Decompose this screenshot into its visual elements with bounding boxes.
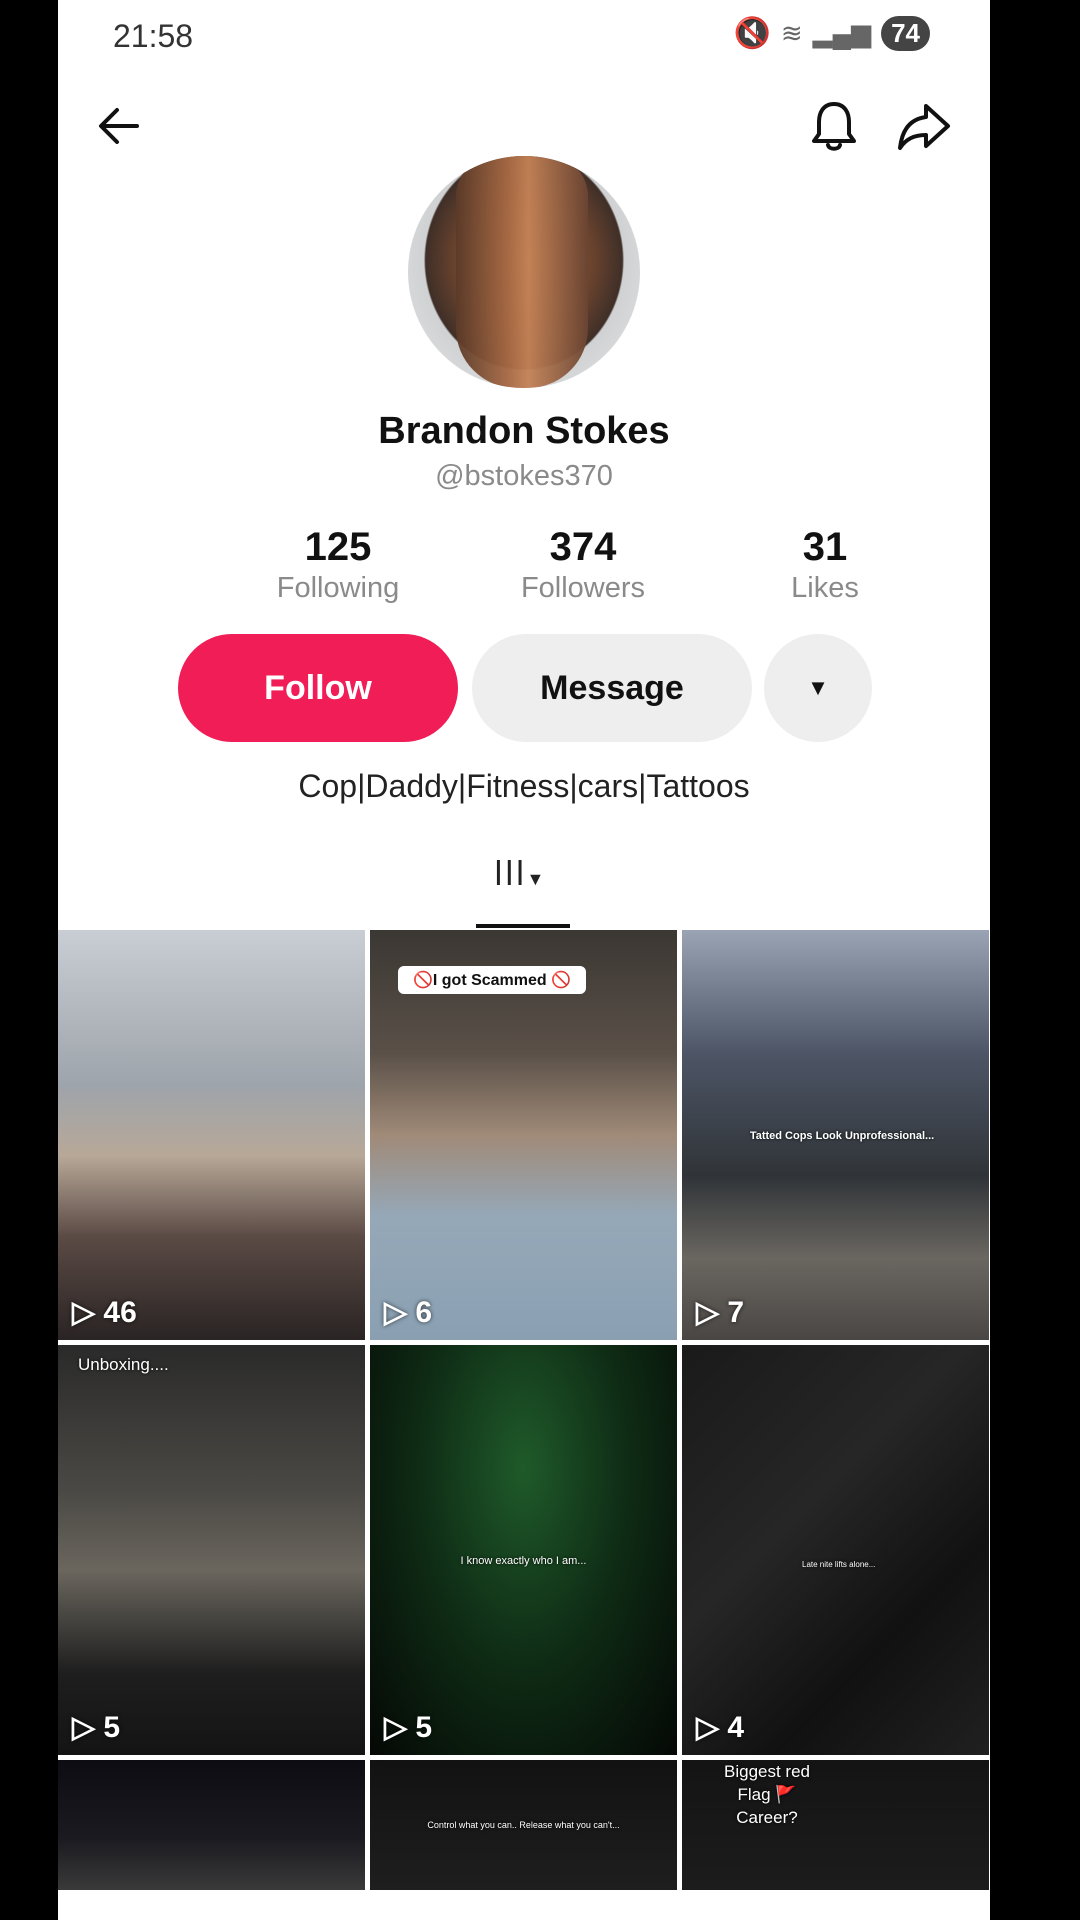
view-count: ▷ 4 [696, 1710, 744, 1745]
video-tile[interactable]: Late nite lifts alone... ▷ 4 [682, 1345, 989, 1755]
video-caption: Biggest red Flag 🚩 Career? [724, 1762, 810, 1827]
play-icon: ▷ [384, 1711, 416, 1744]
video-tile[interactable]: 🚫I got Scammed 🚫 ▷ 6 [370, 930, 677, 1340]
mute-icon: 🔇 [733, 17, 771, 50]
back-arrow-icon[interactable] [93, 100, 145, 152]
more-options-button[interactable]: ▼ [764, 634, 872, 742]
video-tile[interactable]: Biggest red Flag 🚩 Career? [682, 1760, 989, 1890]
play-icon: ▷ [72, 1711, 104, 1744]
play-icon: ▷ [384, 1296, 416, 1329]
play-icon: ▷ [72, 1296, 104, 1329]
video-tile[interactable]: I know exactly who I am... ▷ 5 [370, 1345, 677, 1755]
top-bar [58, 90, 990, 160]
battery-icon: 74 [881, 16, 930, 51]
view-count: ▷ 5 [72, 1710, 120, 1745]
video-caption: Unboxing.... [78, 1355, 169, 1374]
tab-indicator [476, 924, 570, 928]
profile-bio: Cop|Daddy|Fitness|cars|Tattoos [298, 768, 750, 804]
stat-likes[interactable]: 31 Likes [700, 525, 950, 605]
video-caption: Late nite lifts alone... [802, 1560, 876, 1569]
status-time: 21:58 [113, 18, 194, 54]
stat-label: Followers [520, 572, 646, 604]
grid-tab-icon[interactable]: ǀǀǀ▼ [494, 855, 546, 894]
stat-value: 125 [304, 525, 372, 569]
stat-label: Following [276, 572, 400, 604]
video-tile[interactable]: Tatted Cops Look Unprofessional... ▷ 7 [682, 930, 989, 1340]
play-icon: ▷ [696, 1296, 728, 1329]
view-count-value: 5 [103, 1711, 121, 1744]
message-button[interactable]: Message [472, 634, 752, 742]
stat-value: 31 [802, 525, 848, 569]
profile-handle: @bstokes370 [435, 460, 613, 492]
view-count: ▷ 5 [384, 1710, 432, 1745]
stat-followers[interactable]: 374 Followers [458, 525, 708, 605]
video-tile[interactable]: Unboxing.... ▷ 5 [58, 1345, 365, 1755]
stat-label: Likes [791, 572, 859, 604]
view-count-value: 4 [727, 1711, 745, 1744]
view-count-value: 5 [415, 1711, 433, 1744]
video-tile[interactable]: Control what you can.. Release what you … [370, 1760, 677, 1890]
profile-name: Brandon Stokes [378, 410, 670, 452]
dropdown-arrow-icon: ▼ [807, 675, 829, 700]
view-count-value: 6 [415, 1296, 433, 1329]
view-count: ▷ 46 [72, 1295, 137, 1330]
video-caption: 🚫I got Scammed 🚫 [398, 966, 586, 994]
play-icon: ▷ [696, 1711, 728, 1744]
stat-value: 374 [549, 525, 617, 569]
video-caption: I know exactly who I am... [460, 1555, 587, 1567]
view-count-value: 7 [727, 1296, 745, 1329]
status-icons: 🔇 ≋ ▂▄▆ 74 [733, 16, 930, 51]
wifi-icon: ≋ [780, 18, 803, 48]
signal-icon: ▂▄▆ [812, 18, 872, 48]
video-caption: Control what you can.. Release what you … [427, 1820, 620, 1830]
bell-icon[interactable] [808, 98, 860, 154]
profile-screen: 21:58 🔇 ≋ ▂▄▆ 74 Brandon Stokes @bstokes… [58, 0, 990, 1920]
video-tile[interactable]: ▷ 46 [58, 930, 365, 1340]
share-icon[interactable] [896, 100, 952, 152]
view-count-value: 46 [103, 1296, 137, 1329]
profile-avatar[interactable] [408, 156, 640, 388]
stat-following[interactable]: 125 Following [213, 525, 463, 605]
view-count: ▷ 6 [384, 1295, 432, 1330]
bottom-bar [58, 1890, 990, 1920]
status-bar: 21:58 🔇 ≋ ▂▄▆ 74 [58, 0, 990, 72]
video-tile[interactable] [58, 1760, 365, 1890]
follow-button[interactable]: Follow [178, 634, 458, 742]
view-count: ▷ 7 [696, 1295, 744, 1330]
video-caption: Tatted Cops Look Unprofessional... [749, 1130, 935, 1142]
